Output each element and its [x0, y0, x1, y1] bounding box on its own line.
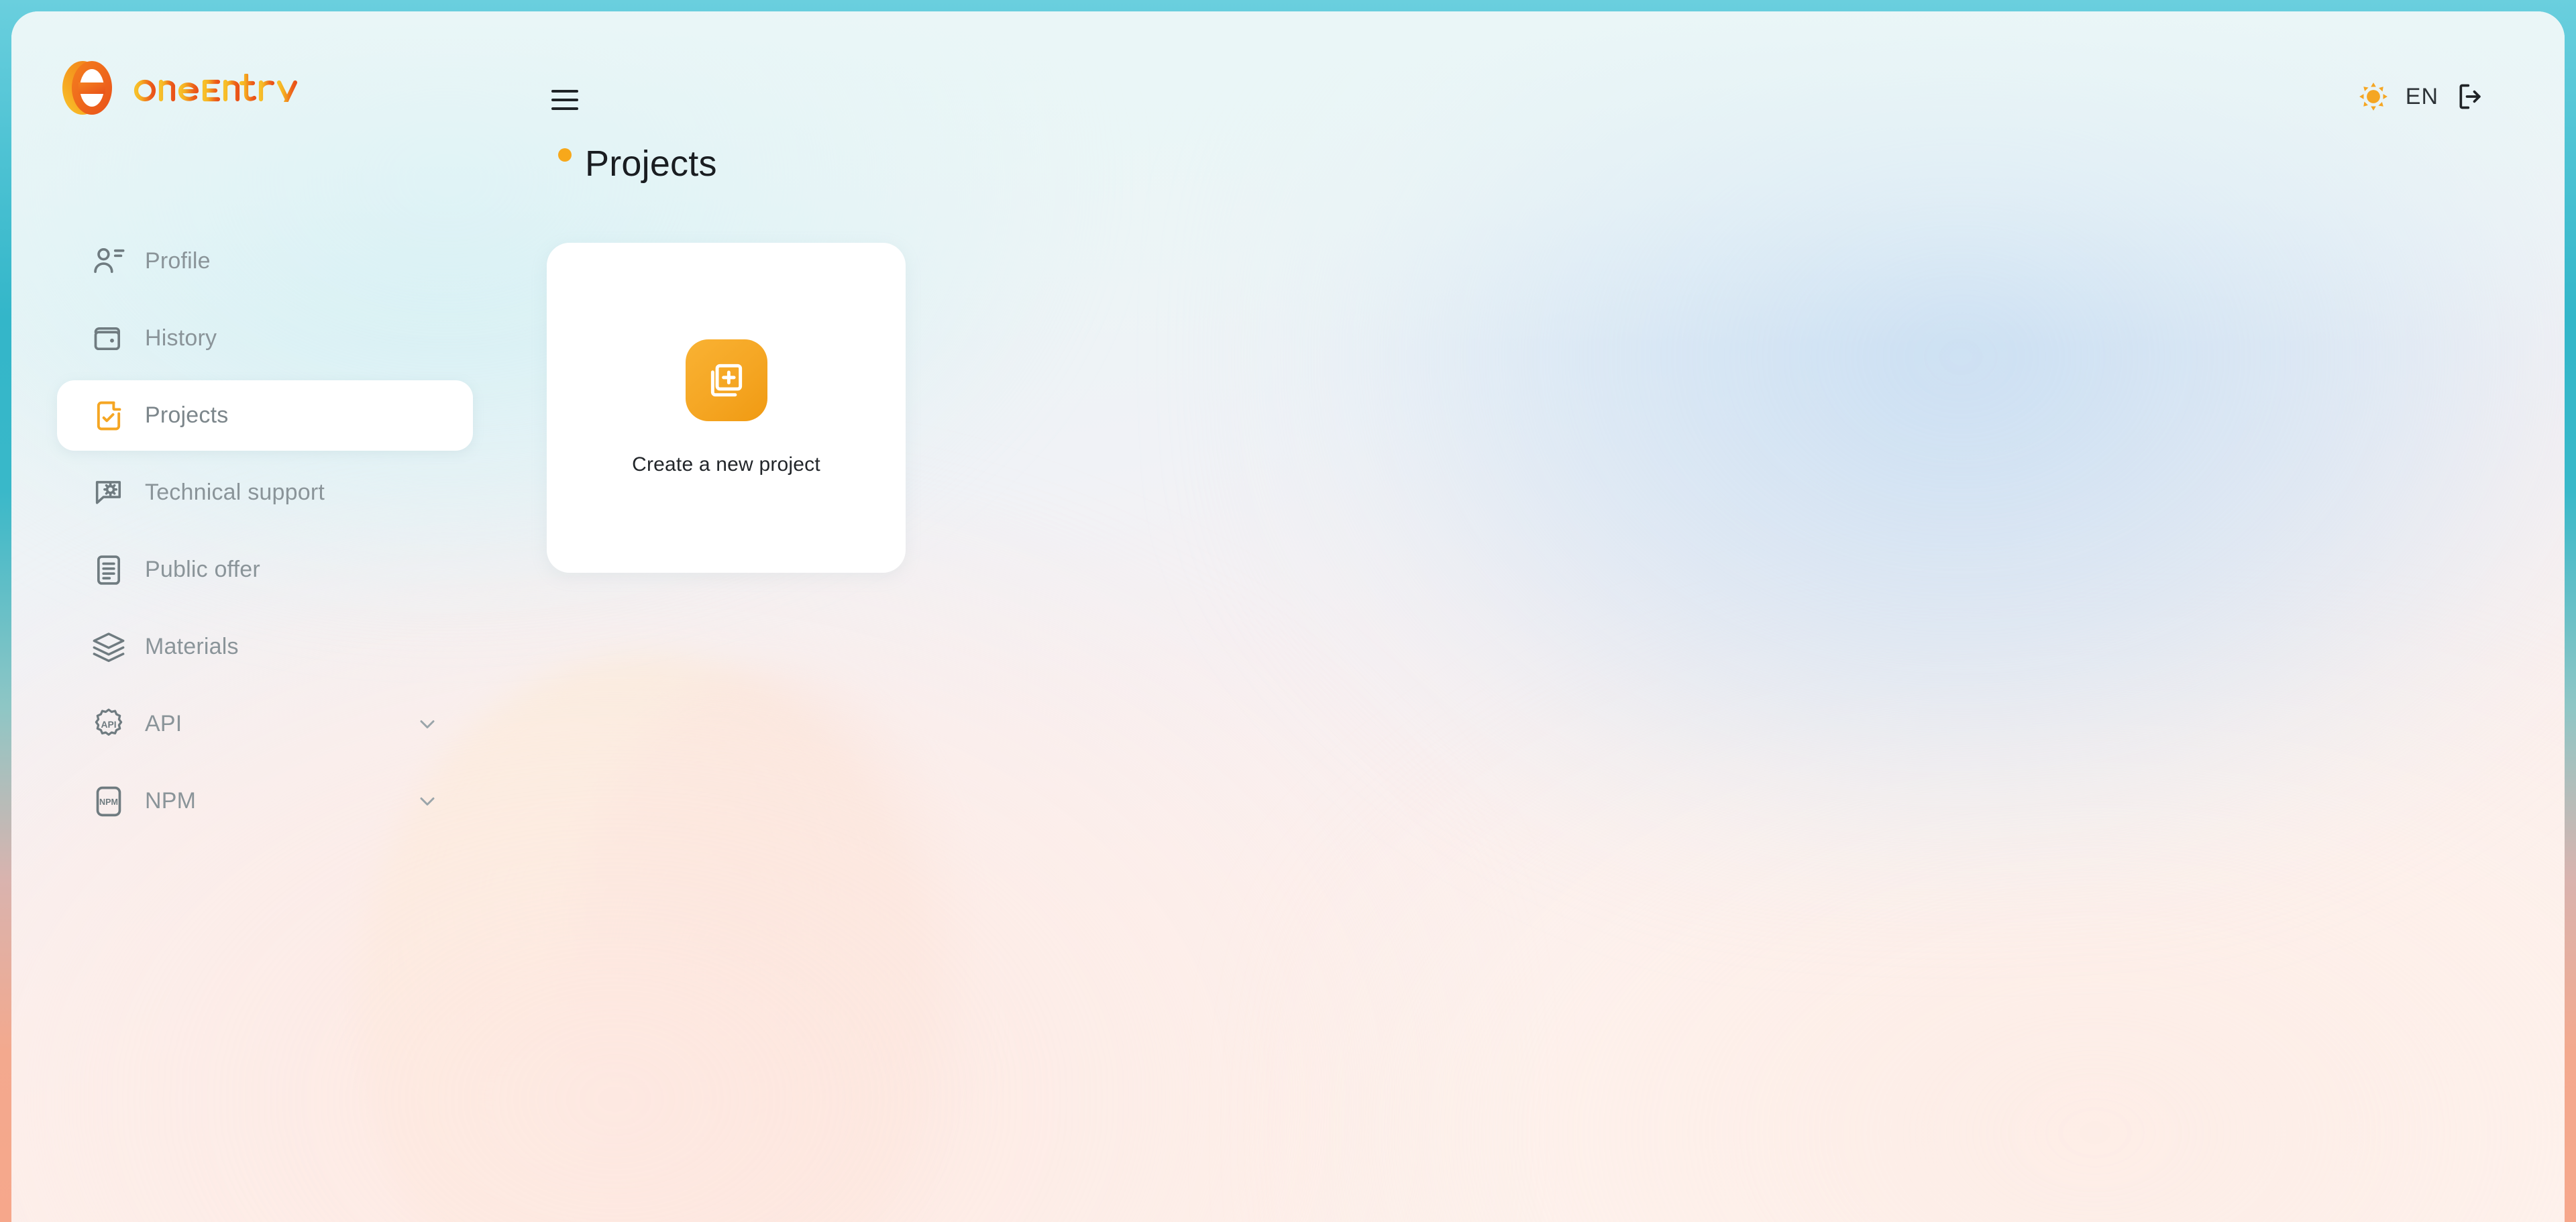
document-lines-icon [91, 552, 127, 588]
background-wash-peach [1290, 630, 2565, 1222]
hamburger-menu-icon[interactable] [551, 87, 581, 113]
page-title-container: Projects [558, 144, 717, 184]
sidebar-item-label: NPM [145, 788, 197, 814]
sidebar-item-label: API [145, 711, 182, 736]
sidebar-item-label: Materials [145, 634, 239, 659]
chat-gear-icon [91, 475, 127, 511]
add-duplicate-icon [685, 339, 767, 421]
create-new-project-card[interactable]: Create a new project [547, 243, 906, 573]
chevron-down-icon[interactable] [415, 712, 439, 736]
layers-stack-icon [91, 629, 127, 665]
background-wash-blue [1223, 11, 2565, 910]
svg-text:NPM: NPM [99, 797, 118, 806]
sidebar-item-api[interactable]: API API [57, 689, 473, 759]
sun-icon[interactable] [2359, 82, 2388, 111]
sidebar-item-label: Public offer [145, 557, 260, 582]
brand-logo[interactable] [60, 60, 307, 116]
header-actions: EN [2359, 82, 2485, 111]
sidebar-item-public-offer[interactable]: Public offer [57, 535, 473, 605]
projects-grid: Create a new project [547, 243, 906, 573]
user-profile-icon [91, 243, 127, 280]
sidebar-item-label: Profile [145, 248, 211, 274]
language-switch[interactable]: EN [2406, 85, 2438, 108]
sidebar-nav: Profile History Projects Technical suppo… [57, 226, 473, 843]
oneentry-wordmark-icon [133, 74, 298, 102]
npm-box-icon: NPM [91, 783, 127, 820]
logout-icon[interactable] [2456, 82, 2485, 111]
sidebar-item-projects[interactable]: Projects [57, 380, 473, 451]
app-panel: EN Projects Profile History Projects Tec… [11, 11, 2565, 1222]
api-gear-badge-icon: API [91, 706, 127, 742]
svg-text:API: API [101, 719, 116, 730]
wallet-icon [91, 321, 127, 357]
sidebar-item-label: Technical support [145, 480, 325, 505]
page-title-dot [558, 148, 572, 162]
card-label: Create a new project [632, 453, 820, 476]
oneentry-logo-mark-icon [62, 61, 112, 115]
chevron-down-icon[interactable] [415, 789, 439, 814]
sidebar-item-npm[interactable]: NPM NPM [57, 766, 473, 836]
sidebar-item-materials[interactable]: Materials [57, 612, 473, 682]
sidebar-item-technical-support[interactable]: Technical support [57, 457, 473, 528]
app-window: EN Projects Profile History Projects Tec… [0, 0, 2576, 1222]
page-title: Projects [585, 144, 717, 184]
sidebar-item-history[interactable]: History [57, 303, 473, 374]
sidebar-item-label: History [145, 325, 217, 351]
sidebar-item-profile[interactable]: Profile [57, 226, 473, 296]
sidebar-item-label: Projects [145, 402, 229, 428]
checklist-project-icon [91, 398, 127, 434]
